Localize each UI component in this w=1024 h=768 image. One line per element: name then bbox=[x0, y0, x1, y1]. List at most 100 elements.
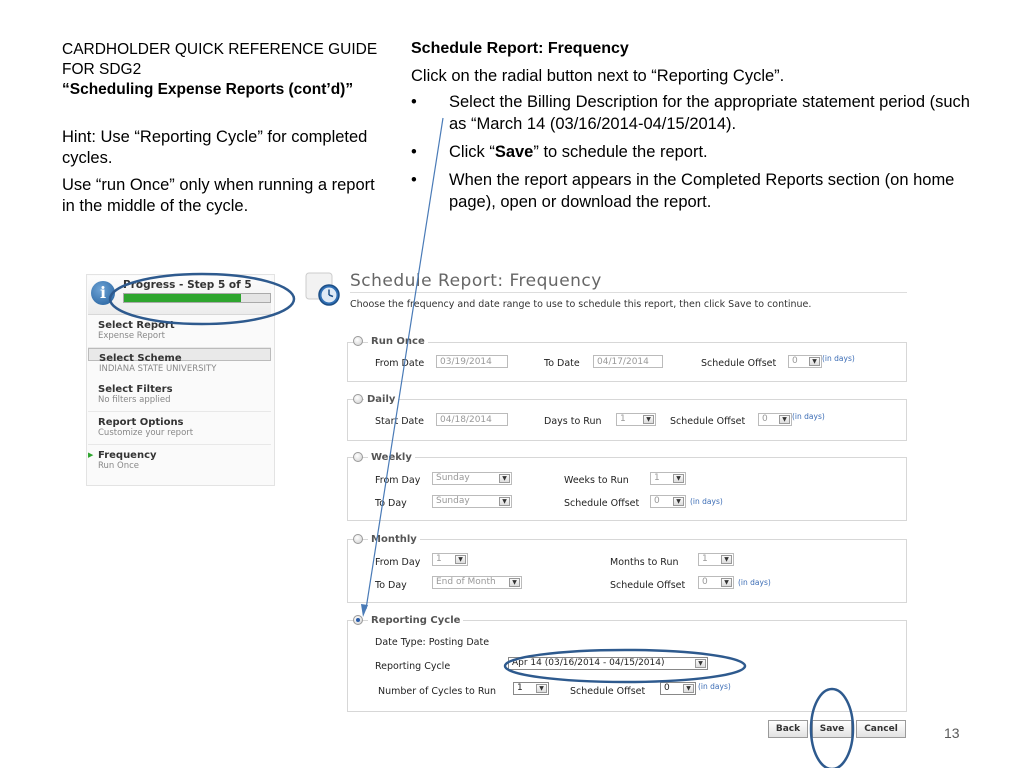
cancel-button[interactable]: Cancel bbox=[856, 720, 906, 738]
chevron-down-icon: ▼ bbox=[499, 474, 510, 483]
guide-title: CARDHOLDER QUICK REFERENCE GUIDE FOR SDG… bbox=[62, 40, 382, 100]
schedule-offset-label: Schedule Offset bbox=[570, 686, 646, 697]
schedule-offset-select[interactable]: 0 ▼ bbox=[660, 682, 696, 695]
hint-reporting-cycle: Hint: Use “Reporting Cycle” for complete… bbox=[62, 128, 368, 167]
select-value: Sunday bbox=[436, 473, 470, 483]
months-to-run-select[interactable]: 1 ▼ bbox=[698, 553, 734, 566]
reporting-cycle-legend: Reporting Cycle bbox=[368, 615, 464, 626]
page-title: Schedule Report: Frequency bbox=[350, 271, 602, 291]
schedule-offset-label: Schedule Offset bbox=[564, 498, 640, 509]
sidebar-item-title: Frequency bbox=[98, 450, 157, 461]
sidebar-item-frequency[interactable]: ▶ Frequency Run Once bbox=[88, 446, 271, 477]
instruction-text-post: ” to schedule the report. bbox=[533, 143, 708, 161]
instruction-text: Select the Billing Description for the a… bbox=[449, 93, 970, 133]
hint-run-once: Use “run Once” only when running a repor… bbox=[62, 176, 375, 215]
schedule-offset-select[interactable]: 0 ▼ bbox=[788, 355, 822, 368]
hint-block: Hint: Use “Reporting Cycle” for complete… bbox=[62, 127, 382, 223]
in-days-hint: (in days) bbox=[690, 497, 723, 506]
chevron-down-icon: ▼ bbox=[779, 415, 790, 424]
bullet-glyph: • bbox=[411, 171, 417, 189]
chevron-down-icon: ▼ bbox=[455, 555, 466, 564]
weeks-to-run-label: Weeks to Run bbox=[564, 475, 629, 486]
select-value: Sunday bbox=[436, 496, 470, 506]
sidebar-item-sub: Customize your report bbox=[98, 428, 194, 438]
select-value: 0 bbox=[762, 414, 768, 424]
select-value: 1 bbox=[517, 683, 523, 693]
instruction-text-pre: Click “ bbox=[449, 143, 495, 161]
months-to-run-label: Months to Run bbox=[610, 557, 679, 568]
sidebar-item-select-scheme[interactable]: Select Scheme INDIANA STATE UNIVERSITY bbox=[88, 348, 271, 374]
sidebar-item-sub: No filters applied bbox=[98, 395, 171, 405]
sidebar-item-select-filters[interactable]: Select Filters No filters applied bbox=[88, 380, 271, 412]
in-days-hint: (in days) bbox=[822, 354, 855, 363]
weekly-section bbox=[347, 457, 907, 521]
to-date-label: To Date bbox=[544, 358, 580, 369]
select-value: 0 bbox=[654, 496, 660, 506]
title-divider bbox=[350, 292, 907, 293]
monthly-radio[interactable] bbox=[353, 534, 363, 544]
chevron-down-icon: ▼ bbox=[643, 415, 654, 424]
instruction-item: • When the report appears in the Complete… bbox=[411, 169, 981, 213]
schedule-offset-select[interactable]: 0 ▼ bbox=[758, 413, 792, 426]
current-step-arrow-icon: ▶ bbox=[88, 451, 94, 459]
select-value: 1 bbox=[654, 473, 660, 483]
start-date-label: Start Date bbox=[375, 416, 424, 427]
from-day-select[interactable]: Sunday ▼ bbox=[432, 472, 512, 485]
guide-title-line2: FOR SDG2 bbox=[62, 61, 142, 78]
instruction-text: When the report appears in the Completed… bbox=[449, 171, 955, 211]
reporting-cycle-radio[interactable] bbox=[353, 615, 363, 625]
chevron-down-icon: ▼ bbox=[499, 497, 510, 506]
to-date-input[interactable]: 04/17/2014 bbox=[593, 355, 663, 368]
sidebar-item-sub: Run Once bbox=[98, 461, 139, 471]
schedule-offset-label: Schedule Offset bbox=[610, 580, 686, 591]
monthly-section bbox=[347, 539, 907, 603]
chevron-down-icon: ▼ bbox=[721, 578, 732, 587]
reporting-cycle-select[interactable]: Apr 14 (03/16/2014 - 04/15/2014) ▼ bbox=[508, 657, 708, 670]
from-day-label: From Day bbox=[375, 557, 421, 568]
chevron-down-icon: ▼ bbox=[721, 555, 732, 564]
slide-page-number: 13 bbox=[944, 725, 960, 741]
schedule-offset-label: Schedule Offset bbox=[701, 358, 777, 369]
days-to-run-select[interactable]: 1 ▼ bbox=[616, 413, 656, 426]
start-date-input[interactable]: 04/18/2014 bbox=[436, 413, 508, 426]
weekly-radio[interactable] bbox=[353, 452, 363, 462]
from-date-input[interactable]: 03/19/2014 bbox=[436, 355, 508, 368]
sidebar-item-select-report[interactable]: Select Report Expense Report bbox=[88, 316, 271, 348]
select-value: End of Month bbox=[436, 577, 496, 587]
instruction-item: • Click “Save” to schedule the report. bbox=[411, 141, 981, 163]
reporting-cycle-label: Reporting Cycle bbox=[375, 661, 451, 672]
number-of-cycles-select[interactable]: 1 ▼ bbox=[513, 682, 549, 695]
select-value: 0 bbox=[702, 577, 708, 587]
guide-title-line1: CARDHOLDER QUICK REFERENCE GUIDE bbox=[62, 41, 378, 58]
bullet-glyph: • bbox=[411, 143, 417, 161]
progress-label: Progress - Step 5 of 5 bbox=[123, 279, 252, 291]
in-days-hint: (in days) bbox=[698, 682, 731, 691]
number-of-cycles-label: Number of Cycles to Run bbox=[378, 686, 497, 697]
to-day-select[interactable]: End of Month ▼ bbox=[432, 576, 522, 589]
weeks-to-run-select[interactable]: 1 ▼ bbox=[650, 472, 686, 485]
select-value: 1 bbox=[620, 414, 626, 424]
sidebar-item-title: Select Scheme bbox=[99, 353, 182, 364]
instructions-intro: Click on the radial button next to “Repo… bbox=[411, 67, 785, 85]
to-day-label: To Day bbox=[375, 580, 407, 591]
select-value: 1 bbox=[436, 554, 442, 564]
chevron-down-icon: ▼ bbox=[509, 578, 520, 587]
monthly-legend: Monthly bbox=[368, 534, 420, 545]
in-days-hint: (in days) bbox=[738, 578, 771, 587]
from-day-select[interactable]: 1 ▼ bbox=[432, 553, 468, 566]
save-button[interactable]: Save bbox=[812, 720, 852, 738]
chevron-down-icon: ▼ bbox=[673, 474, 684, 483]
weekly-legend: Weekly bbox=[368, 452, 415, 463]
instruction-item: • Select the Billing Description for the … bbox=[411, 91, 981, 135]
daily-radio[interactable] bbox=[353, 394, 363, 404]
schedule-offset-select[interactable]: 0 ▼ bbox=[650, 495, 686, 508]
instructions: Schedule Report: Frequency Click on the … bbox=[411, 38, 981, 219]
run-once-radio[interactable] bbox=[353, 336, 363, 346]
select-value: Apr 14 (03/16/2014 - 04/15/2014) bbox=[512, 658, 665, 668]
in-days-hint: (in days) bbox=[792, 412, 825, 421]
chevron-down-icon: ▼ bbox=[673, 497, 684, 506]
schedule-offset-select[interactable]: 0 ▼ bbox=[698, 576, 734, 589]
back-button[interactable]: Back bbox=[768, 720, 808, 738]
sidebar-item-report-options[interactable]: Report Options Customize your report bbox=[88, 413, 271, 445]
to-day-select[interactable]: Sunday ▼ bbox=[432, 495, 512, 508]
